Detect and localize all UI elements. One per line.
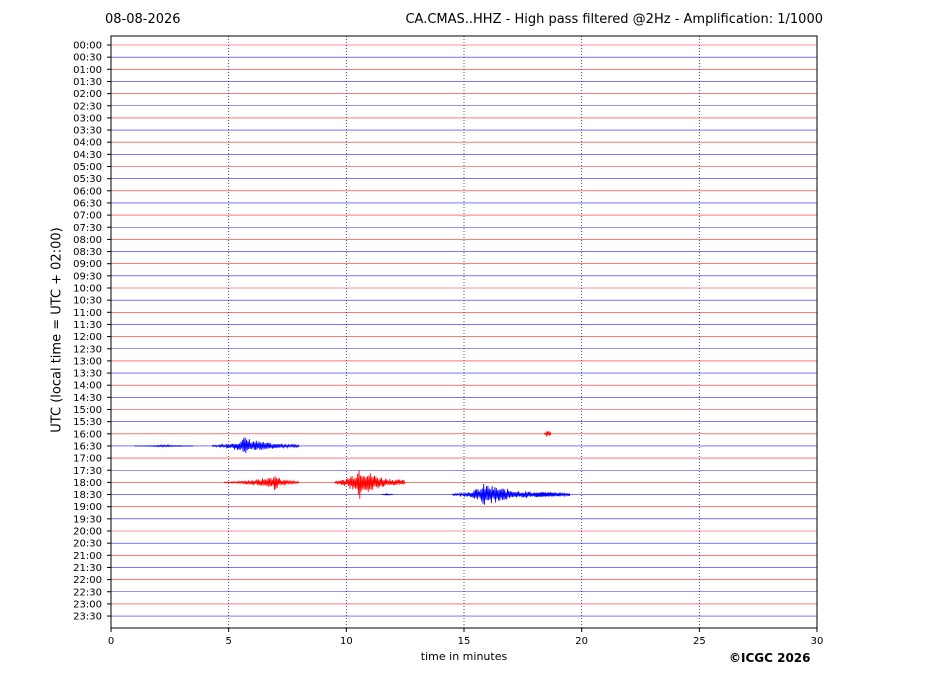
y-tick-label: 16:00 [73,429,102,440]
y-tick-label: 17:30 [73,466,102,477]
y-tick-label: 10:00 [73,284,102,295]
y-tick-label: 14:30 [73,393,102,404]
y-tick-label: 12:30 [73,344,102,355]
y-tick-label: 12:00 [73,332,102,343]
x-tick-label: 0 [108,636,114,647]
y-tick-label: 03:30 [73,126,102,137]
x-tick-label: 15 [458,636,471,647]
y-tick-label: 01:00 [73,65,102,76]
y-tick-label: 09:30 [73,271,102,282]
y-tick-label: 22:30 [73,587,102,598]
y-tick-label: 01:30 [73,77,102,88]
y-tick-label: 06:00 [73,186,102,197]
y-tick-label: 11:00 [73,308,102,319]
y-tick-label: 14:00 [73,381,102,392]
y-tick-label: 23:30 [73,612,102,623]
event-waveform [543,430,552,437]
y-tick-label: 05:30 [73,174,102,185]
y-tick-label: 02:00 [73,89,102,100]
y-tick-label: 00:30 [73,53,102,64]
event-waveform [211,437,300,454]
y-tick-label: 08:30 [73,247,102,258]
y-tick-label: 13:30 [73,369,102,380]
x-tick-label: 25 [693,636,706,647]
y-tick-label: 10:30 [73,296,102,307]
y-tick-label: 00:00 [73,41,102,52]
y-tick-label: 20:00 [73,527,102,538]
y-tick-label: 19:30 [73,514,102,525]
y-tick-label: 21:00 [73,551,102,562]
y-tick-label: 05:00 [73,162,102,173]
y-tick-label: 18:30 [73,490,102,501]
y-tick-label: 15:00 [73,405,102,416]
y-tick-label: 21:30 [73,563,102,574]
seismogram-plot: 00:0000:3001:0001:3002:0002:3003:00 03:30… [73,35,824,647]
x-tick-label: 30 [811,636,824,647]
y-tick-label: 19:00 [73,502,102,513]
y-tick-label: 17:00 [73,454,102,465]
y-tick-label: 20:30 [73,539,102,550]
x-axis-label: time in minutes [420,650,508,663]
event-waveform [381,492,394,496]
y-tick-label: 03:00 [73,113,102,124]
event-waveform [134,444,194,448]
y-tick-label: 22:00 [73,575,102,586]
plot-frame [110,35,818,629]
y-tick-label: 07:00 [73,211,102,222]
y-tick-label: 15:30 [73,417,102,428]
y-tick-label: 23:00 [73,599,102,610]
y-tick-label: 09:00 [73,259,102,270]
y-tick-label: 07:30 [73,223,102,234]
x-tick-label: 5 [225,636,231,647]
x-tick-label: 10 [340,636,353,647]
y-tick-label: 04:30 [73,150,102,161]
y-tick-label: 13:00 [73,356,102,367]
grid-layer [228,36,700,628]
y-tick-label: 16:30 [73,441,102,452]
y-tick-label: 02:30 [73,101,102,112]
y-tick-label: 04:00 [73,138,102,149]
y-tick-label: 11:30 [73,320,102,331]
y-tick-label: 18:00 [73,478,102,489]
y-tick-label: 06:30 [73,198,102,209]
x-tick-label: 20 [575,636,588,647]
y-tick-label: 08:00 [73,235,102,246]
event-waveform [223,476,300,491]
copyright-label: ©ICGC 2026 [729,651,811,665]
